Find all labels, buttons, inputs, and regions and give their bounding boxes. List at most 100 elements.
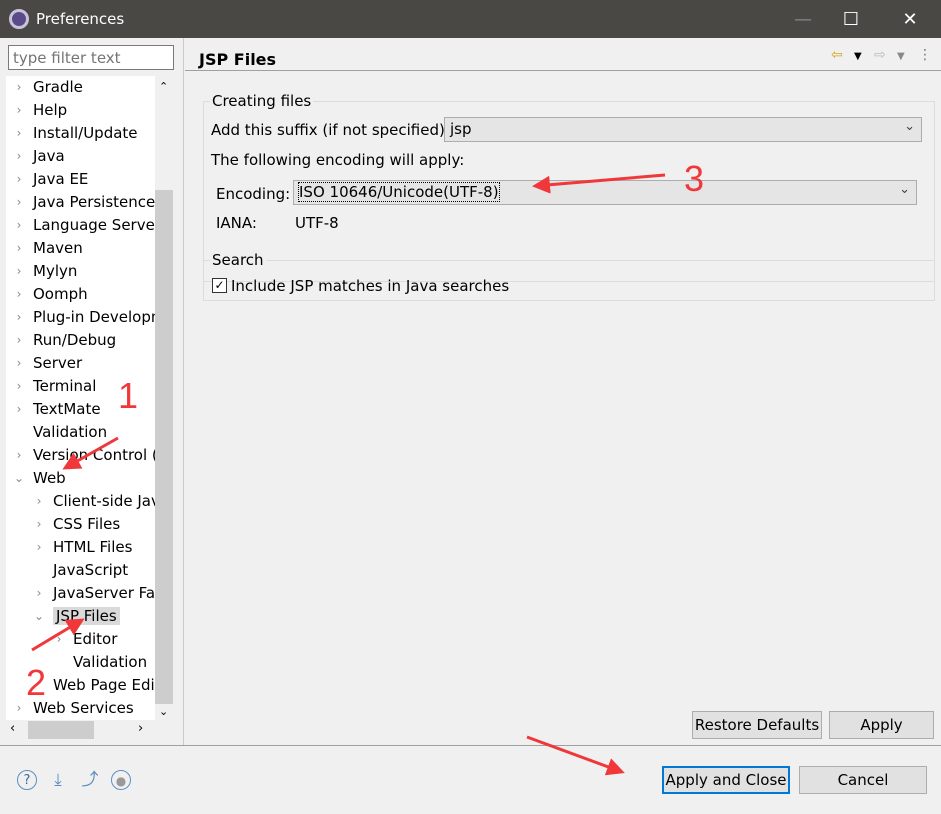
record-icon[interactable]: ● [111,770,131,790]
tree-item[interactable]: › HTML Files [6,536,155,559]
encoding-label: Encoding: [216,185,291,203]
tree-item-label: Web Services [33,699,134,717]
tree-item[interactable]: › Run/Debug [6,329,155,352]
tree-item[interactable]: › Server [6,352,155,375]
scroll-thumb[interactable] [28,721,94,739]
back-icon[interactable]: ⇦ [831,47,843,63]
maximize-button[interactable]: ☐ [828,0,874,38]
include-jsp-checkbox[interactable]: ✓ [212,278,227,293]
scroll-down-icon[interactable]: ⌄ [159,705,168,718]
scroll-thumb[interactable] [155,190,173,704]
chevron-right-icon[interactable]: › [14,283,24,306]
forward-menu-icon[interactable]: ▼ [897,51,905,62]
tree-item-label: Gradle [33,78,83,96]
tree-item-label: CSS Files [53,515,121,533]
cancel-button[interactable]: Cancel [799,766,927,794]
close-button[interactable]: ✕ [887,0,933,38]
tree-item-label: JavaScript [53,561,129,579]
filter-input[interactable] [8,45,174,70]
chevron-right-icon[interactable]: › [14,76,24,99]
tree-item[interactable]: ⌄ Web [6,467,155,490]
tree-item-label: Install/Update [33,124,138,142]
tree-item[interactable]: › Mylyn [6,260,155,283]
chevron-right-icon[interactable]: › [34,536,44,559]
chevron-right-icon[interactable]: › [14,444,24,467]
tree-item-label: Java Persistence [33,193,155,211]
tree-vertical-scrollbar[interactable]: ⌃ ⌄ [155,76,173,720]
tree-item[interactable]: Validation [6,421,155,444]
tree-item[interactable]: › JavaServer Faces Tools [6,582,155,605]
tree-item[interactable]: › Oomph [6,283,155,306]
chevron-right-icon[interactable]: › [14,214,24,237]
scroll-up-icon[interactable]: ⌃ [159,80,168,93]
tree-item[interactable]: › Plug-in Development [6,306,155,329]
creating-files-legend: Creating files [212,92,312,110]
page-title: JSP Files [199,50,277,69]
forward-icon[interactable]: ⇨ [874,47,886,63]
chevron-right-icon[interactable]: › [54,628,64,651]
chevron-right-icon[interactable]: › [14,306,24,329]
dialog-footer: ? ⤓ ⤴ ● Apply and Close Cancel [0,745,941,814]
tree-item-label: Version Control (Team) [33,446,155,464]
chevron-right-icon[interactable]: › [14,260,24,283]
search-legend: Search [212,251,264,269]
encoding-note: The following encoding will apply: [211,151,465,169]
chevron-right-icon[interactable]: › [14,122,24,145]
tree-item[interactable]: › Version Control (Team) [6,444,155,467]
tree-item[interactable]: › Client-side JavaScript [6,490,155,513]
tree-item[interactable]: › Help [6,99,155,122]
chevron-right-icon[interactable]: › [14,168,24,191]
divider [185,70,941,71]
tree-item-label: Validation [73,653,148,671]
preference-page: JSP Files ⇦ ▼ ⇨ ▼ ⋮ Creating files Add t… [185,38,941,745]
tree-item[interactable]: › Install/Update [6,122,155,145]
apply-and-close-button[interactable]: Apply and Close [662,766,790,794]
tree-horizontal-scrollbar[interactable]: ‹ › [6,721,173,739]
tree-item[interactable]: ⌄ JSP Files [6,605,155,628]
chevron-right-icon[interactable]: › [14,398,24,421]
chevron-down-icon[interactable]: ⌄ [34,605,44,628]
chevron-right-icon[interactable]: › [14,329,24,352]
help-icon[interactable]: ? [17,770,37,790]
tree-item-label: HTML Files [53,538,133,556]
tree-item-label: Java [33,147,65,165]
chevron-right-icon[interactable]: › [14,697,24,720]
suffix-select[interactable]: jsp ⌄ [444,117,922,142]
chevron-right-icon[interactable]: › [14,99,24,122]
scroll-right-icon[interactable]: › [138,721,143,736]
tree-item[interactable]: › Java EE [6,168,155,191]
import-icon[interactable]: ⤓ [48,770,68,790]
suffix-label: Add this suffix (if not specified): [211,121,450,139]
chevron-right-icon[interactable]: › [14,352,24,375]
chevron-right-icon[interactable]: › [14,375,24,398]
tree-item[interactable]: › Language Servers [6,214,155,237]
tree-item-label: Language Servers [33,216,155,234]
chevron-right-icon[interactable]: › [14,145,24,168]
chevron-right-icon[interactable]: › [34,513,44,536]
tree-item[interactable]: › Java Persistence [6,191,155,214]
include-jsp-label: Include JSP matches in Java searches [231,277,510,295]
scroll-left-icon[interactable]: ‹ [10,721,15,736]
restore-defaults-button[interactable]: Restore Defaults [692,711,822,739]
chevron-right-icon[interactable]: › [14,191,24,214]
tree-item-label: TextMate [33,400,101,418]
iana-value: UTF-8 [295,214,339,232]
chevron-right-icon[interactable]: › [34,490,44,513]
tree-item[interactable]: › CSS Files [6,513,155,536]
chevron-right-icon[interactable]: › [14,237,24,260]
tree-item[interactable]: › Gradle [6,76,155,99]
chevron-down-icon[interactable]: ⌄ [14,467,24,490]
window-title: Preferences [36,10,125,28]
tree-item[interactable]: › Editor [6,628,155,651]
chevron-right-icon[interactable]: › [34,582,44,605]
tree-item[interactable]: › Java [6,145,155,168]
export-icon[interactable]: ⤴ [80,770,100,790]
encoding-select[interactable]: ISO 10646/Unicode(UTF-8) ⌄ [293,180,917,205]
more-menu-icon[interactable]: ⋮ [918,47,932,63]
tree-item[interactable]: › Maven [6,237,155,260]
tree-item-label: Web [33,469,66,487]
tree-item[interactable]: JavaScript [6,559,155,582]
back-menu-icon[interactable]: ▼ [854,51,862,62]
minimize-button[interactable]: — [780,0,826,38]
apply-button[interactable]: Apply [829,711,934,739]
